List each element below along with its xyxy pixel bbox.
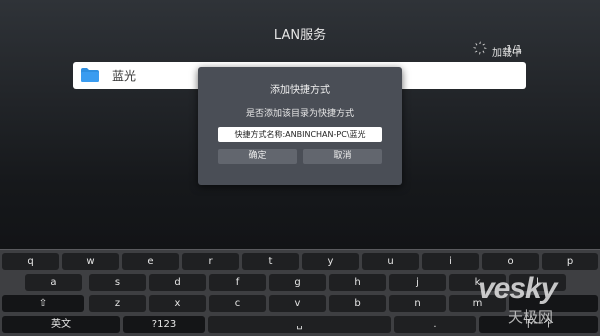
- shift-icon: ⇧: [38, 298, 48, 309]
- key-a[interactable]: a: [25, 274, 82, 291]
- key-w[interactable]: w: [62, 253, 119, 270]
- watermark: vesky 天极网: [478, 272, 598, 332]
- key-f[interactable]: f: [209, 274, 266, 291]
- key-r[interactable]: r: [182, 253, 239, 270]
- key-s[interactable]: s: [89, 274, 146, 291]
- period-key[interactable]: .: [394, 316, 476, 333]
- symbols-key[interactable]: ?123: [123, 316, 205, 333]
- folder-label: 蓝光: [112, 69, 137, 83]
- key-x[interactable]: x: [149, 295, 206, 312]
- key-i[interactable]: i: [422, 253, 479, 270]
- key-b[interactable]: b: [329, 295, 386, 312]
- shortcut-name-field[interactable]: 快捷方式名称:ANBINCHAN-PC\蓝光: [218, 127, 382, 142]
- key-u[interactable]: u: [362, 253, 419, 270]
- key-q[interactable]: q: [2, 253, 59, 270]
- key-o[interactable]: o: [482, 253, 539, 270]
- key-v[interactable]: v: [269, 295, 326, 312]
- dialog-message: 是否添加该目录为快捷方式: [245, 109, 354, 119]
- key-t[interactable]: t: [242, 253, 299, 270]
- shift-key[interactable]: ⇧: [2, 295, 84, 312]
- watermark-logo: vesky: [478, 272, 557, 305]
- page-title: LAN服务: [273, 28, 327, 43]
- key-j[interactable]: j: [389, 274, 446, 291]
- key-n[interactable]: n: [389, 295, 446, 312]
- space-key[interactable]: ␣: [208, 316, 391, 333]
- key-e[interactable]: e: [122, 253, 179, 270]
- watermark-cn: 天极网: [508, 308, 554, 326]
- key-g[interactable]: g: [269, 274, 326, 291]
- language-key[interactable]: 英文: [2, 316, 120, 333]
- confirm-button[interactable]: 确定: [218, 149, 297, 164]
- cancel-button[interactable]: 取消: [303, 149, 382, 164]
- page-counter: 1/1: [506, 44, 523, 55]
- key-d[interactable]: d: [149, 274, 206, 291]
- key-c[interactable]: c: [209, 295, 266, 312]
- add-shortcut-dialog: 添加快捷方式 是否添加该目录为快捷方式 快捷方式名称:ANBINCHAN-PC\…: [198, 67, 402, 185]
- folder-icon: [81, 68, 99, 82]
- key-h[interactable]: h: [329, 274, 386, 291]
- key-z[interactable]: z: [89, 295, 146, 312]
- dialog-title: 添加快捷方式: [270, 85, 330, 96]
- key-y[interactable]: y: [302, 253, 359, 270]
- loading-spinner-icon: ҉: [483, 44, 488, 55]
- key-p[interactable]: p: [542, 253, 598, 270]
